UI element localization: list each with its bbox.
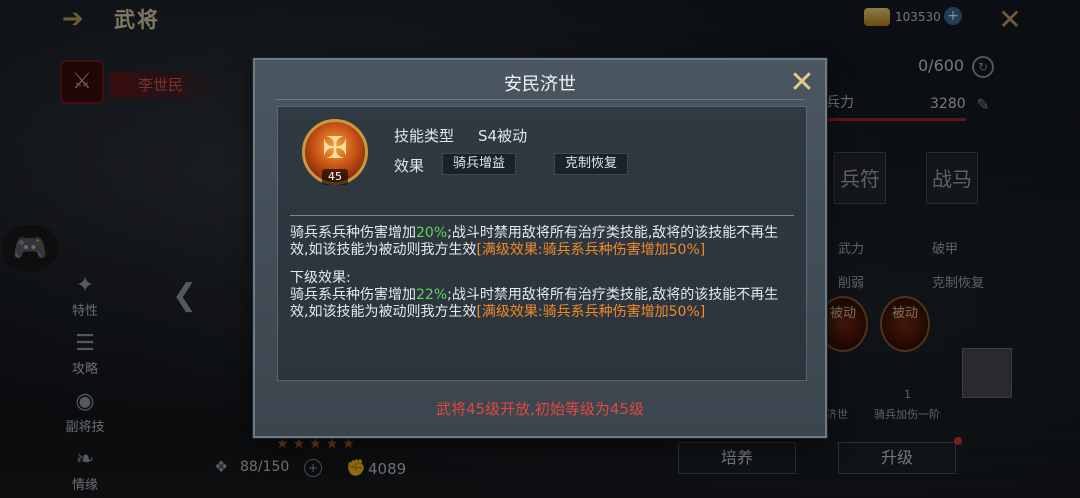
max-level-effect: [满级效果:骑兵系兵种伤害增加50%] xyxy=(476,304,706,320)
skill-badge: ✠ 45 xyxy=(302,119,368,189)
dialog-title: 安民济世 xyxy=(504,74,576,95)
skill-type-value: S4被动 xyxy=(478,127,528,145)
skill-level-badge: 45 xyxy=(322,169,348,185)
next-level-heading: 下级效果: xyxy=(290,270,351,286)
desc-percent: 22% xyxy=(416,287,448,303)
next-effect-text: 骑兵系兵种伤害增加22%;战斗时禁用敌将所有治疗类技能,敌将的该技能不再生效,如… xyxy=(290,287,796,321)
effect-tag: 骑兵增益 xyxy=(442,153,517,175)
desc-percent: 20% xyxy=(416,225,448,241)
current-effect-text: 骑兵系兵种伤害增加20%;战斗时禁用敌将所有治疗类技能,敌将的该技能不再生效,如… xyxy=(290,225,796,259)
desc-text: 骑兵系兵种伤害增加 xyxy=(290,287,416,303)
skill-detail-dialog: 安民济世 ✕ ✠ 45 技能类型 S4被动 效果 骑兵增益 克制恢复 骑兵系兵种… xyxy=(253,58,827,438)
effect-tag: 克制恢复 xyxy=(554,153,629,175)
warrior-figure-icon: ✠ xyxy=(322,131,348,166)
unlock-note: 武将45级开放,初始等级为45级 xyxy=(436,400,644,418)
skill-info-panel: ✠ 45 技能类型 S4被动 效果 骑兵增益 克制恢复 骑兵系兵种伤害增加20%… xyxy=(277,106,807,381)
effect-label: 效果 xyxy=(394,157,425,175)
close-icon[interactable]: ✕ xyxy=(787,68,817,98)
skill-type-label: 技能类型 xyxy=(394,127,455,145)
desc-text: 骑兵系兵种伤害增加 xyxy=(290,225,416,241)
title-divider xyxy=(275,99,805,100)
max-level-effect: [满级效果:骑兵系兵种伤害增加50%] xyxy=(476,242,706,258)
section-divider xyxy=(290,215,794,216)
